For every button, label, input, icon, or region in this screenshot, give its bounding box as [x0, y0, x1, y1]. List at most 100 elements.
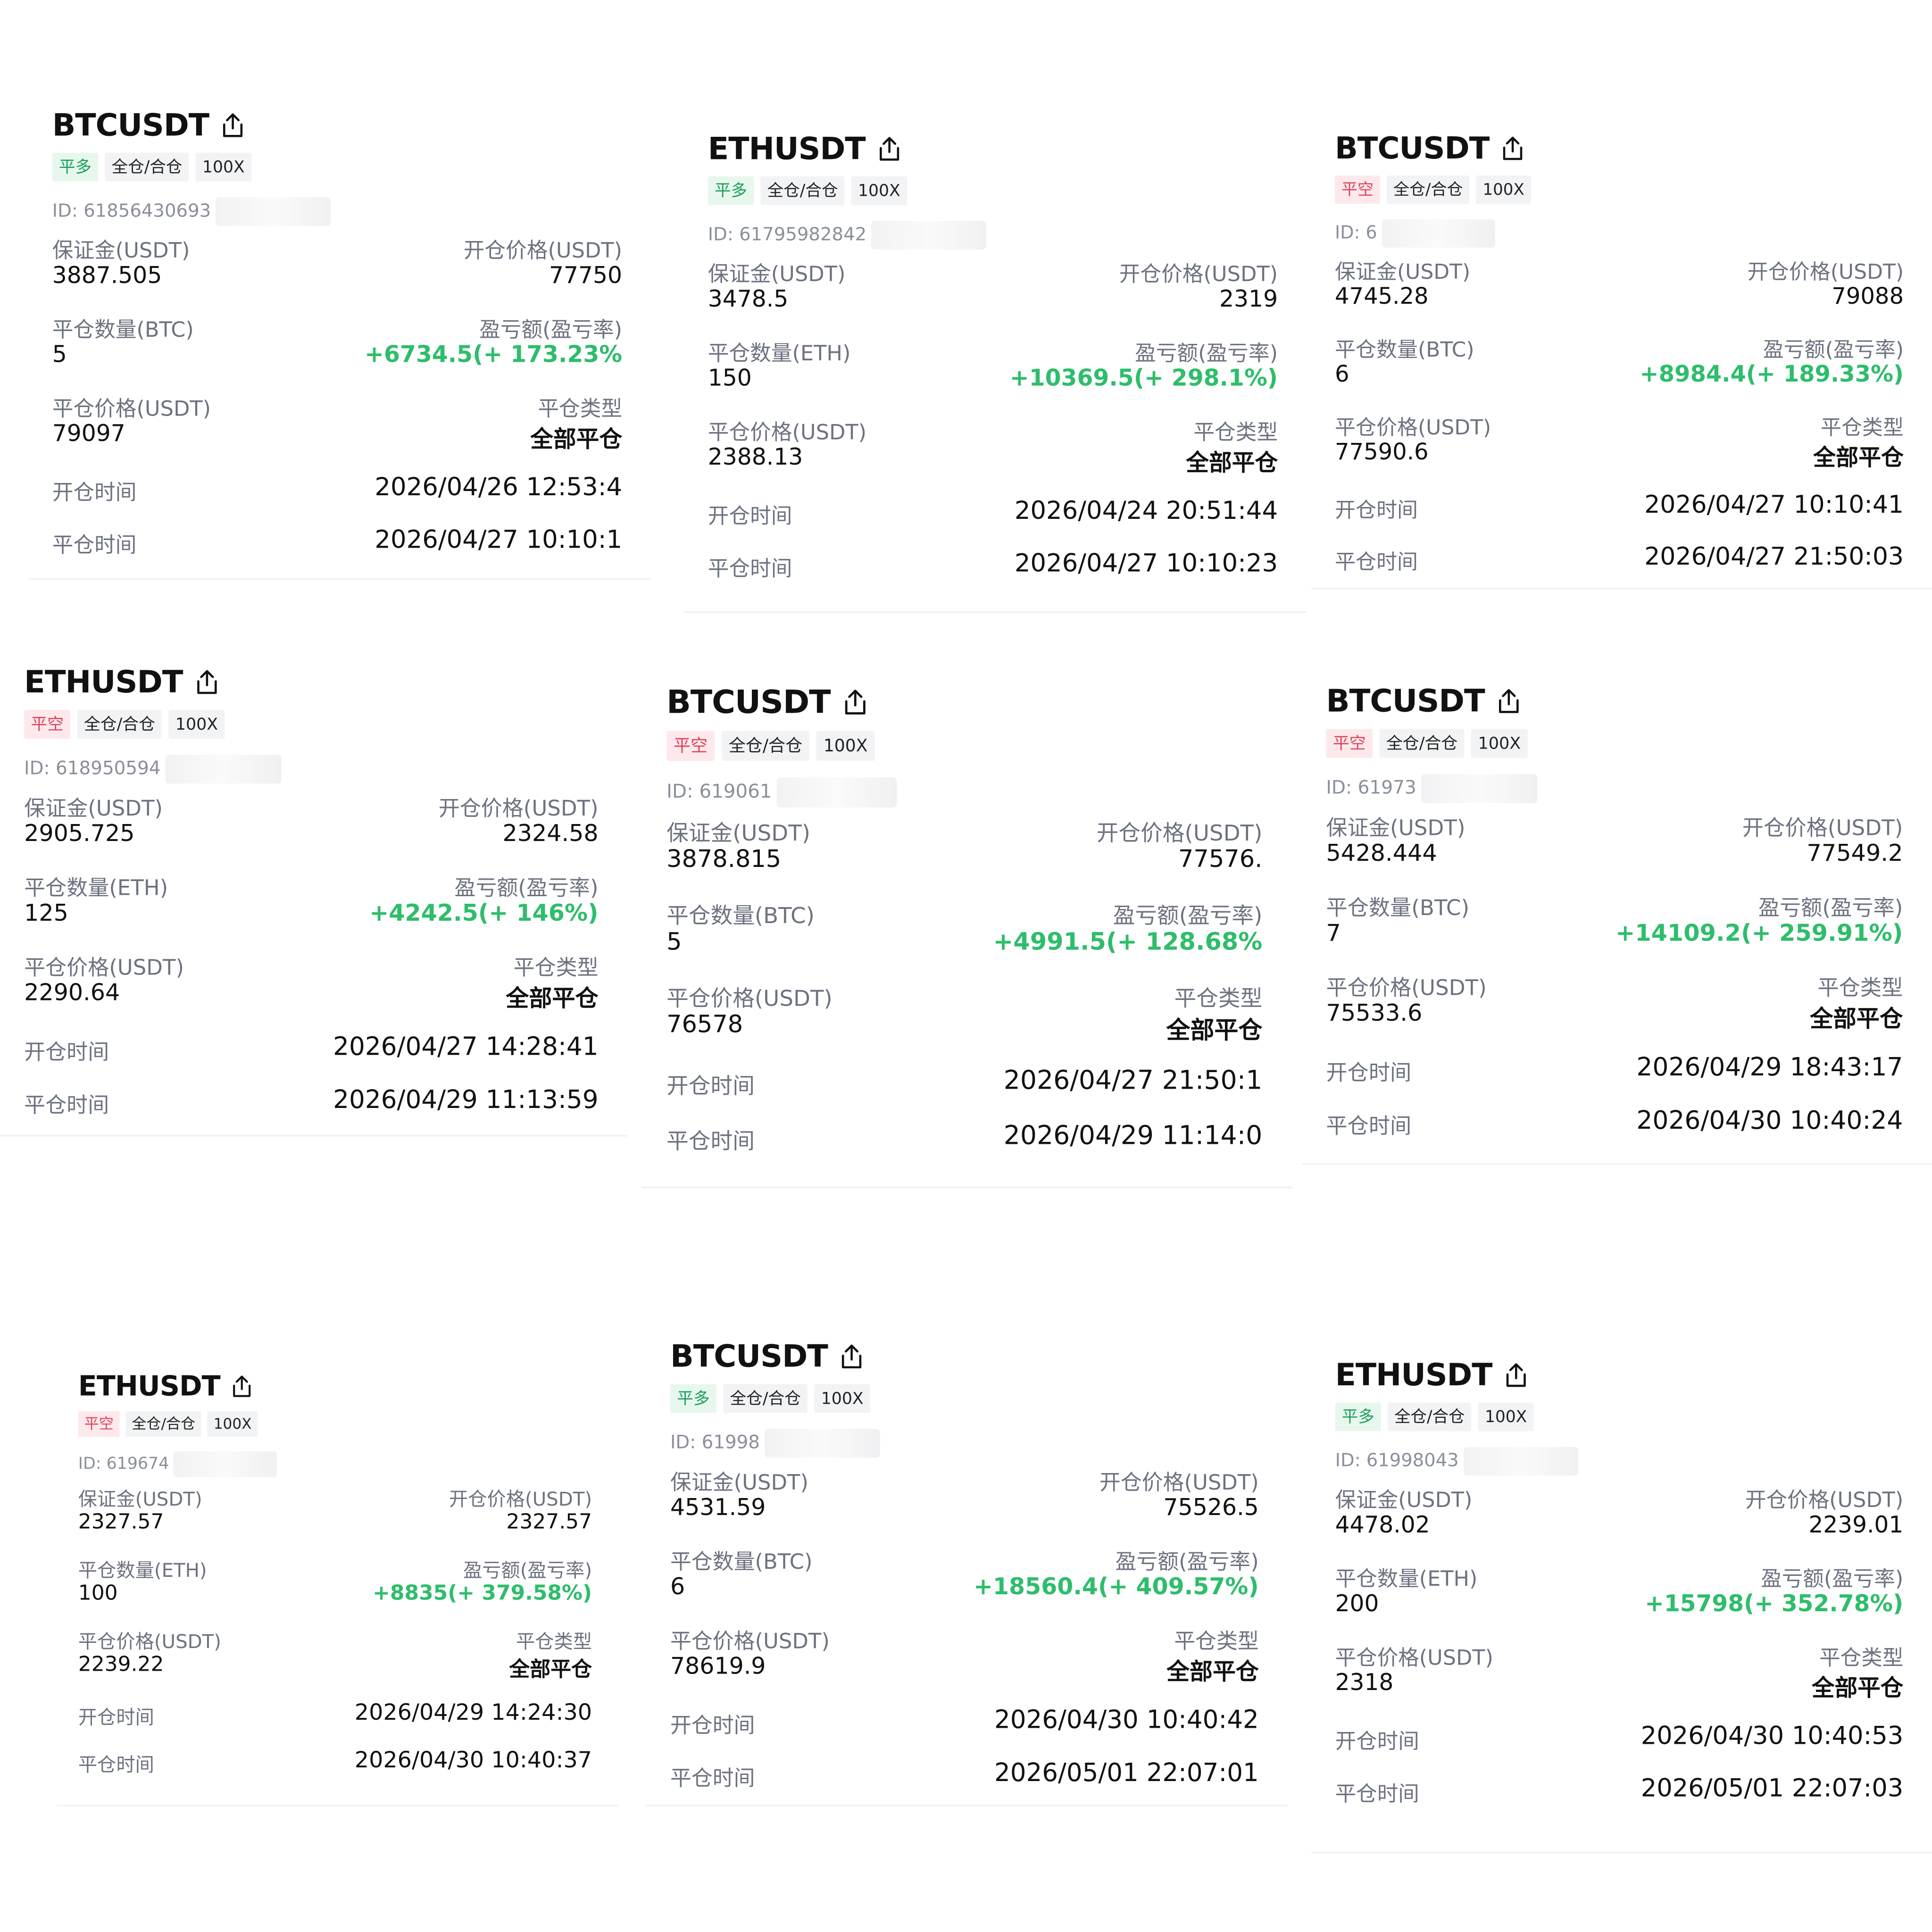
margin-mode-tag: 全仓/合仓 [723, 1384, 808, 1413]
share-icon[interactable] [839, 1343, 864, 1370]
close-type-label: 平仓类型 [1817, 975, 1903, 1000]
close-price-label: 平仓价格(USDT) [1335, 1645, 1493, 1670]
pnl-label: 盈亏额(盈亏率) [1115, 1549, 1259, 1574]
close-qty-label: 平仓数量(ETH) [708, 341, 851, 366]
share-icon[interactable] [231, 1374, 253, 1399]
share-icon[interactable] [842, 688, 868, 716]
tag-row: 平空 全仓/合仓 100X [24, 709, 225, 739]
open-price-value: 77576. [1178, 845, 1263, 873]
margin-value: 5428.444 [1326, 839, 1437, 867]
open-price-label: 开仓价格(USDT) [438, 796, 599, 821]
close-time-label: 平仓时间 [670, 1766, 755, 1791]
close-type-value: 全部平仓 [530, 425, 623, 453]
open-time-value: 2026/04/27 21:50:1 [1003, 1065, 1263, 1096]
close-time-value: 2026/04/27 21:50:03 [1644, 542, 1904, 571]
id-redaction [765, 1429, 880, 1458]
close-time-value: 2026/05/01 22:07:01 [994, 1758, 1259, 1788]
close-qty-value: 6 [1335, 361, 1349, 387]
margin-value: 4478.02 [1335, 1511, 1430, 1538]
leverage-tag: 100X [851, 176, 907, 205]
pnl-label: 盈亏额(盈亏率) [1761, 1566, 1904, 1591]
open-price-value: 2324.58 [502, 820, 599, 847]
open-time-value: 2026/04/30 10:40:42 [994, 1705, 1259, 1734]
card-divider [1311, 588, 1932, 590]
card-header: BTCUSDT [1335, 127, 1525, 170]
tag-row: 平多 全仓/合仓 100X [1335, 1402, 1534, 1432]
close-qty-label: 平仓数量(BTC) [1326, 895, 1470, 921]
symbol-title: BTCUSDT [52, 108, 209, 143]
close-qty-label: 平仓数量(ETH) [78, 1559, 207, 1582]
share-icon[interactable] [1504, 1362, 1529, 1389]
close-price-value: 78619.9 [670, 1652, 766, 1680]
margin-mode-tag: 全仓/合仓 [721, 731, 810, 761]
share-icon[interactable] [1500, 135, 1525, 162]
open-time-value: 2026/04/30 10:40:53 [1641, 1721, 1904, 1750]
close-price-label: 平仓价格(USDT) [708, 420, 867, 445]
trade-card: BTCUSDT 平空 全仓/合仓 100X ID: 6 保证金(USDT) 47… [1311, 118, 1932, 590]
margin-mode-tag: 全仓/合仓 [1387, 1402, 1472, 1432]
order-id: ID: 61998043 [1335, 1447, 1578, 1476]
open-price-value: 2327.57 [506, 1509, 592, 1534]
margin-value: 4745.28 [1335, 283, 1429, 309]
side-tag: 平空 [24, 709, 71, 739]
card-header: BTCUSDT [666, 680, 868, 725]
margin-value: 4531.59 [670, 1494, 766, 1521]
symbol-title: BTCUSDT [1326, 683, 1485, 719]
card-divider [646, 1804, 1288, 1807]
share-icon[interactable] [877, 136, 902, 163]
open-price-value: 2319 [1219, 285, 1278, 313]
share-icon[interactable] [1496, 688, 1521, 715]
leverage-tag: 100X [1478, 1402, 1534, 1432]
card-divider [0, 1134, 627, 1137]
close-qty-value: 125 [24, 899, 68, 927]
share-icon[interactable] [194, 669, 219, 696]
close-type-value: 全部平仓 [1811, 1674, 1904, 1702]
margin-label: 保证金(USDT) [670, 1470, 808, 1495]
symbol-title: ETHUSDT [708, 131, 866, 167]
trade-card: ETHUSDT 平多 全仓/合仓 100X ID: 61795982842 保证… [684, 118, 1307, 613]
order-id: ID: 61795982842 [708, 221, 987, 250]
close-time-label: 平仓时间 [708, 557, 792, 581]
close-qty-value: 7 [1326, 919, 1341, 947]
open-time-value: 2026/04/26 12:53:4 [375, 473, 623, 502]
close-type-label: 平仓类型 [538, 396, 623, 421]
open-price-label: 开仓价格(USDT) [1742, 816, 1903, 841]
margin-label: 保证金(USDT) [52, 238, 190, 263]
pnl-value: +14109.2(+ 259.91%) [1615, 919, 1903, 947]
id-redaction [173, 1451, 277, 1477]
open-price-label: 开仓价格(USDT) [1096, 820, 1263, 846]
margin-mode-tag: 全仓/合仓 [1387, 175, 1470, 204]
open-time-value: 2026/04/29 18:43:17 [1636, 1052, 1903, 1082]
close-price-value: 2290.64 [24, 979, 120, 1006]
open-time-value: 2026/04/24 20:51:44 [1014, 496, 1278, 525]
leverage-tag: 100X [1471, 729, 1528, 758]
open-price-value: 77549.2 [1807, 839, 1903, 867]
close-qty-label: 平仓数量(BTC) [666, 903, 815, 929]
id-redaction [165, 754, 282, 784]
open-price-value: 79088 [1832, 283, 1904, 309]
share-icon[interactable] [220, 112, 245, 139]
close-price-value: 77590.6 [1335, 439, 1429, 465]
order-id: ID: 61998 [670, 1429, 880, 1458]
close-qty-value: 5 [666, 927, 682, 956]
close-time-label: 平仓时间 [78, 1754, 154, 1776]
open-price-value: 77750 [549, 262, 623, 289]
card-divider [641, 1186, 1292, 1189]
margin-value: 3478.5 [708, 285, 789, 313]
side-tag: 平空 [1326, 729, 1373, 758]
margin-label: 保证金(USDT) [1335, 260, 1471, 284]
open-time-label: 开仓时间 [52, 480, 137, 505]
close-price-value: 76578 [666, 1010, 743, 1039]
leverage-tag: 100X [816, 731, 875, 761]
order-id: ID: 619061 [666, 777, 897, 808]
pnl-label: 盈亏额(盈亏率) [1758, 895, 1903, 921]
pnl-value: +15798(+ 352.78%) [1645, 1590, 1904, 1617]
close-price-value: 75533.6 [1326, 999, 1423, 1027]
close-price-label: 平仓价格(USDT) [670, 1629, 830, 1654]
order-id: ID: 618950594 [24, 754, 282, 784]
symbol-title: BTCUSDT [1335, 131, 1490, 166]
id-redaction [1463, 1447, 1578, 1476]
close-type-label: 平仓类型 [1174, 985, 1263, 1011]
close-time-label: 平仓时间 [1326, 1114, 1412, 1139]
close-time-value: 2026/04/30 10:40:24 [1636, 1106, 1903, 1135]
